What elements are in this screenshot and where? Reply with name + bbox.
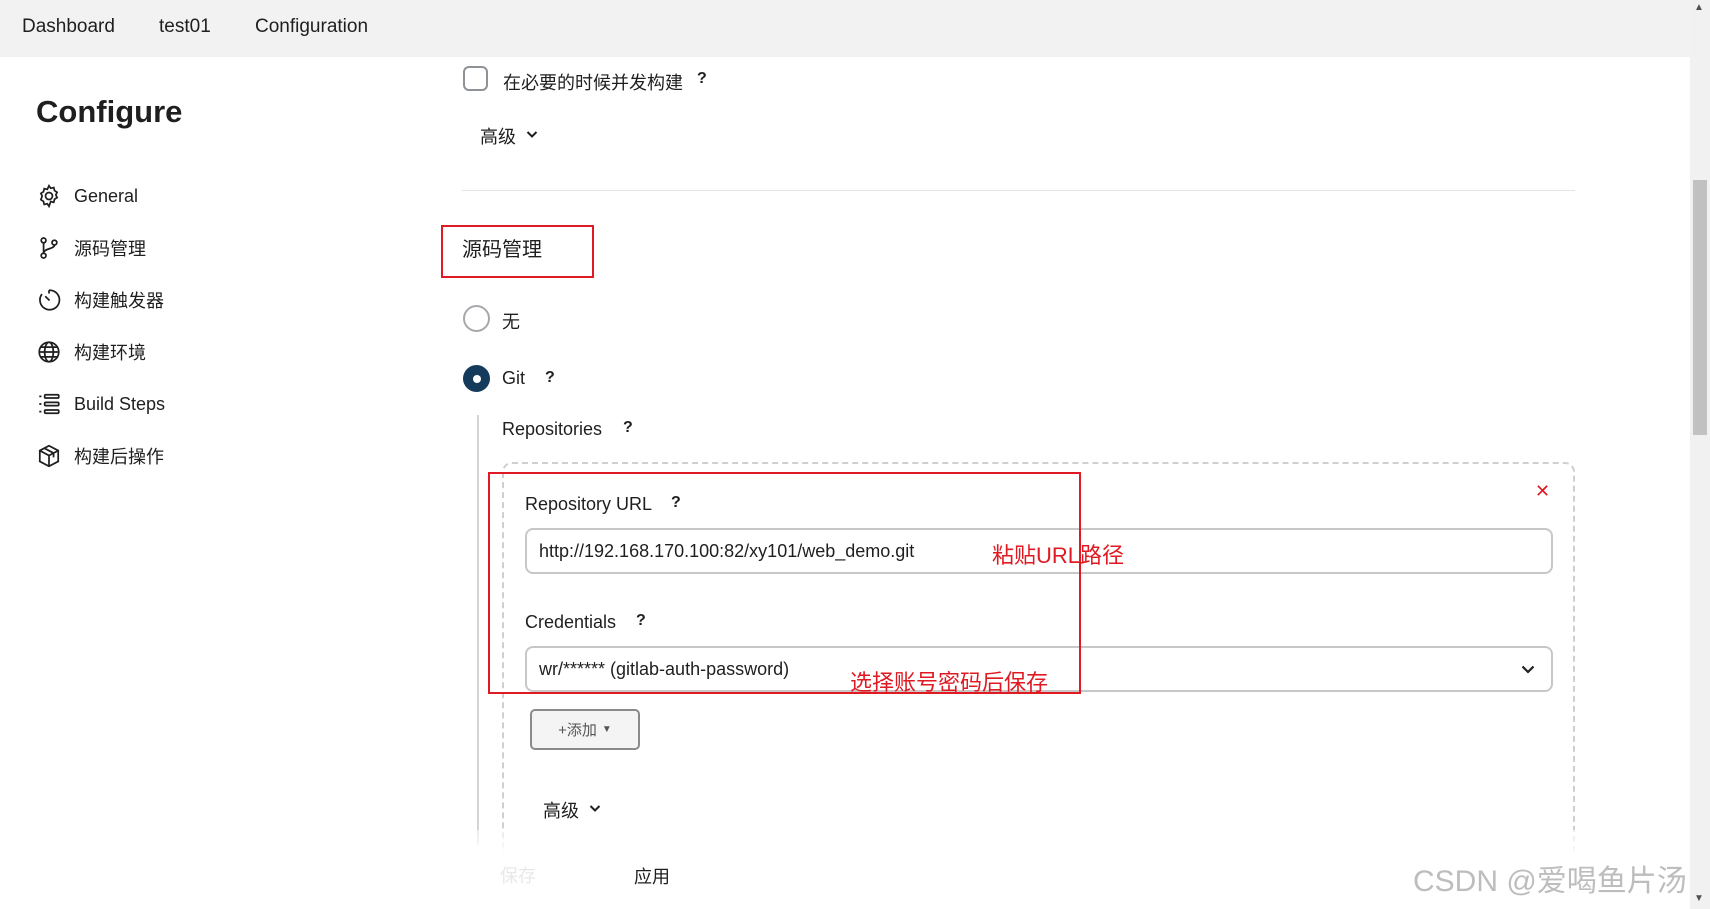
sidebar-item-label: 构建后操作	[74, 447, 164, 467]
scm-git-label: Git	[502, 368, 526, 388]
scm-none-label: 无	[502, 312, 520, 332]
sidebar-item-scm[interactable]: 源码管理	[36, 231, 146, 265]
git-help-icon[interactable]: ?	[545, 369, 555, 387]
sidebar-item-label: Build Steps	[74, 393, 166, 414]
scrollbar-thumb[interactable]	[1693, 180, 1707, 435]
remove-repository-close-icon[interactable]: ✕	[1535, 481, 1550, 502]
gear-icon	[36, 183, 62, 209]
chevron-down-icon	[587, 800, 603, 821]
watermark-text: CSDN @爱喝鱼片汤	[1413, 865, 1687, 898]
save-button[interactable]: 保存	[500, 862, 536, 888]
sidebar-item-build-triggers[interactable]: 构建触发器	[36, 283, 164, 317]
list-icon	[36, 391, 62, 417]
add-button-label: +添加	[558, 722, 597, 739]
box-icon	[36, 443, 62, 469]
scm-git-radio[interactable]	[463, 365, 490, 392]
scroll-up-arrow-icon[interactable]: ▲	[1694, 2, 1704, 13]
globe-icon	[36, 339, 62, 365]
sidebar-item-post-build[interactable]: 构建后操作	[36, 439, 164, 473]
caret-down-icon: ▼	[601, 724, 612, 735]
add-credentials-button[interactable]: +添加 ▼	[530, 709, 640, 750]
sidebar-item-label: General	[74, 185, 139, 206]
scroll-down-arrow-icon[interactable]: ▼	[1694, 893, 1704, 904]
repositories-help-icon[interactable]: ?	[623, 419, 633, 437]
clock-icon	[36, 287, 62, 313]
concurrent-build-help-icon[interactable]: ?	[697, 70, 707, 88]
sidebar-item-label: 构建触发器	[74, 291, 164, 311]
page-title: Configure	[36, 94, 183, 129]
repository-advanced-toggle[interactable]: 高级	[543, 797, 603, 823]
chevron-down-icon	[1521, 665, 1535, 674]
annotation-credentials-note: 选择账号密码后保存	[850, 670, 1049, 695]
sidebar-item-build-steps[interactable]: Build Steps	[36, 387, 165, 421]
breadcrumb	[0, 0, 1690, 57]
sidebar-item-general[interactable]: General	[36, 179, 138, 213]
sidebar-item-label: 源码管理	[74, 239, 146, 259]
section-divider	[462, 190, 1575, 191]
breadcrumb-configuration[interactable]: Configuration	[255, 16, 368, 38]
scm-section-title: 源码管理	[462, 239, 542, 261]
breadcrumb-test01[interactable]: test01	[159, 16, 211, 38]
repositories-label: Repositories	[502, 419, 603, 439]
concurrent-build-checkbox[interactable]	[463, 66, 488, 91]
sidebar-item-label: 构建环境	[74, 343, 146, 363]
general-advanced-toggle[interactable]: 高级	[480, 123, 540, 149]
chevron-down-icon	[524, 126, 540, 147]
annotation-highlight-box	[488, 472, 1081, 694]
git-section-guide-line	[477, 415, 479, 845]
concurrent-build-label: 在必要的时候并发构建	[503, 73, 683, 93]
scrollbar[interactable]	[1690, 0, 1710, 909]
annotation-url-note: 粘贴URL路径	[992, 543, 1125, 568]
branch-icon	[36, 235, 62, 261]
advanced-label: 高级	[543, 801, 579, 821]
scm-none-radio[interactable]	[463, 305, 490, 332]
advanced-label: 高级	[480, 127, 516, 147]
sidebar-item-build-environment[interactable]: 构建环境	[36, 335, 146, 369]
apply-button[interactable]: 应用	[634, 863, 670, 889]
breadcrumb-dashboard[interactable]: Dashboard	[22, 16, 115, 38]
